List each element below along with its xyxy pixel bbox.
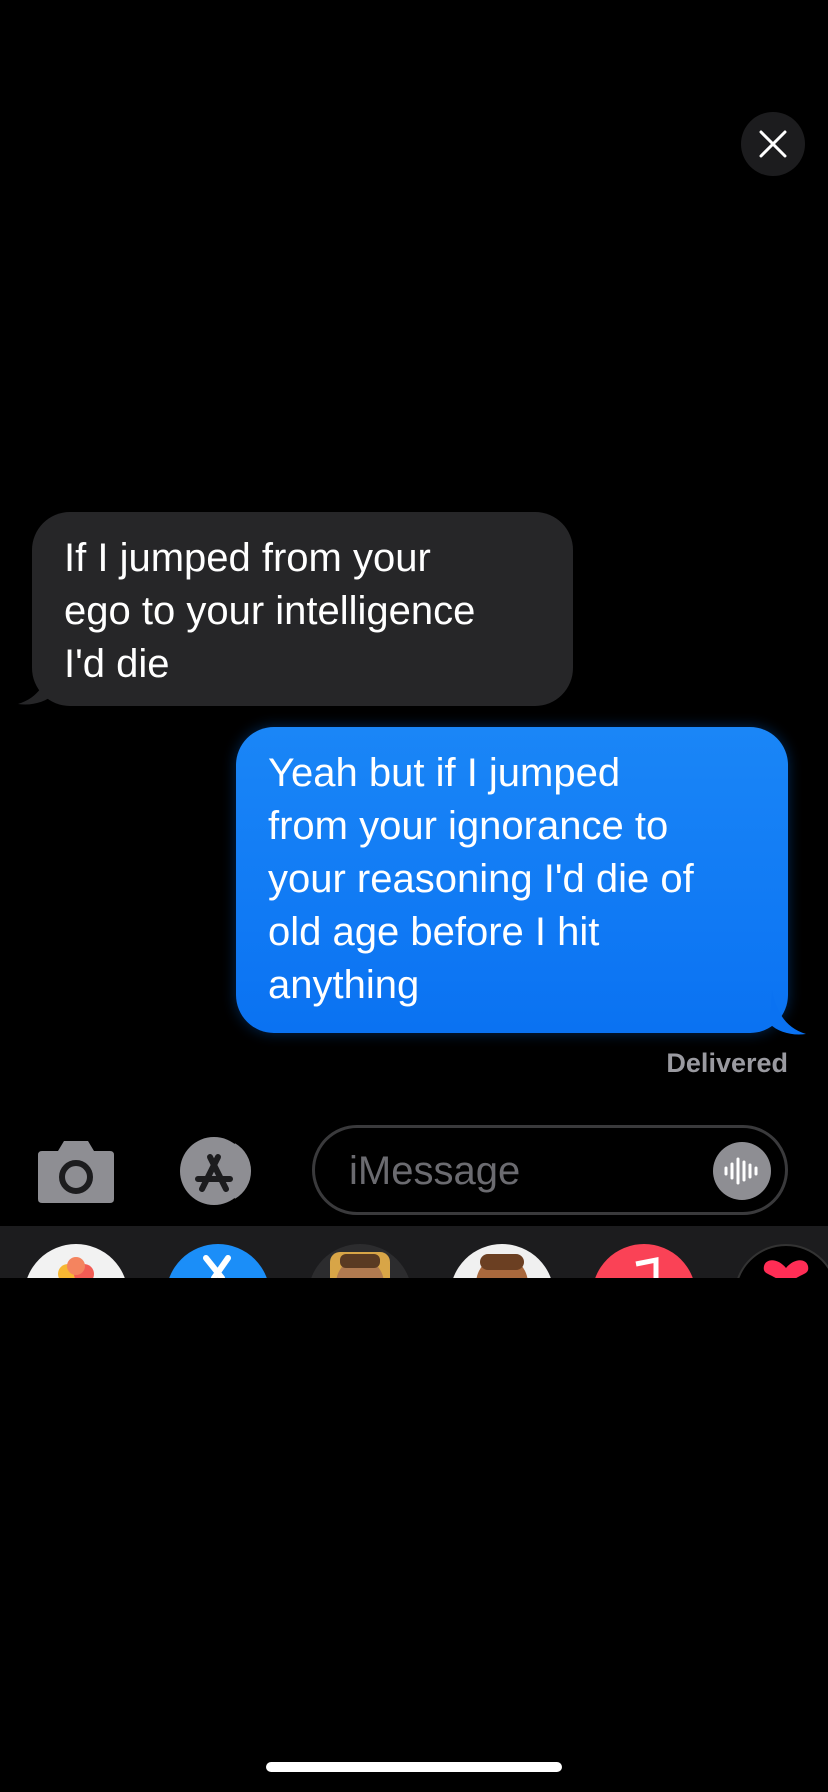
app-drawer (0, 1226, 828, 1278)
sent-message-bubble[interactable]: Yeah but if I jumped from your ignorance… (236, 727, 788, 1033)
digital-touch-icon[interactable] (734, 1244, 828, 1278)
received-message-text: If I jumped from your ego to your intell… (64, 536, 476, 686)
apps-button[interactable] (172, 1135, 268, 1207)
home-indicator[interactable] (266, 1762, 562, 1772)
waveform-icon (724, 1157, 758, 1185)
photos-icon[interactable] (24, 1244, 128, 1278)
message-composer: iMessage (0, 1120, 828, 1220)
close-icon (759, 130, 787, 158)
close-button[interactable] (741, 112, 805, 176)
sent-bubble-tail (770, 990, 806, 1035)
camera-button[interactable] (34, 1139, 118, 1205)
memoji-icon[interactable] (308, 1244, 412, 1278)
audio-message-button[interactable] (713, 1142, 771, 1200)
imessage-input[interactable]: iMessage (312, 1125, 788, 1215)
delivery-status: Delivered (666, 1048, 788, 1078)
received-bubble-tail (18, 660, 54, 705)
app-store-icon[interactable] (166, 1244, 270, 1278)
camera-icon (38, 1141, 114, 1203)
memoji-stickers-icon[interactable] (450, 1244, 554, 1278)
sent-message-text: Yeah but if I jumped from your ignorance… (268, 751, 694, 1007)
music-icon[interactable] (592, 1244, 696, 1278)
received-message-bubble[interactable]: If I jumped from your ego to your intell… (32, 512, 573, 706)
imessage-placeholder: iMessage (349, 1149, 521, 1193)
app-store-icon (180, 1137, 252, 1205)
